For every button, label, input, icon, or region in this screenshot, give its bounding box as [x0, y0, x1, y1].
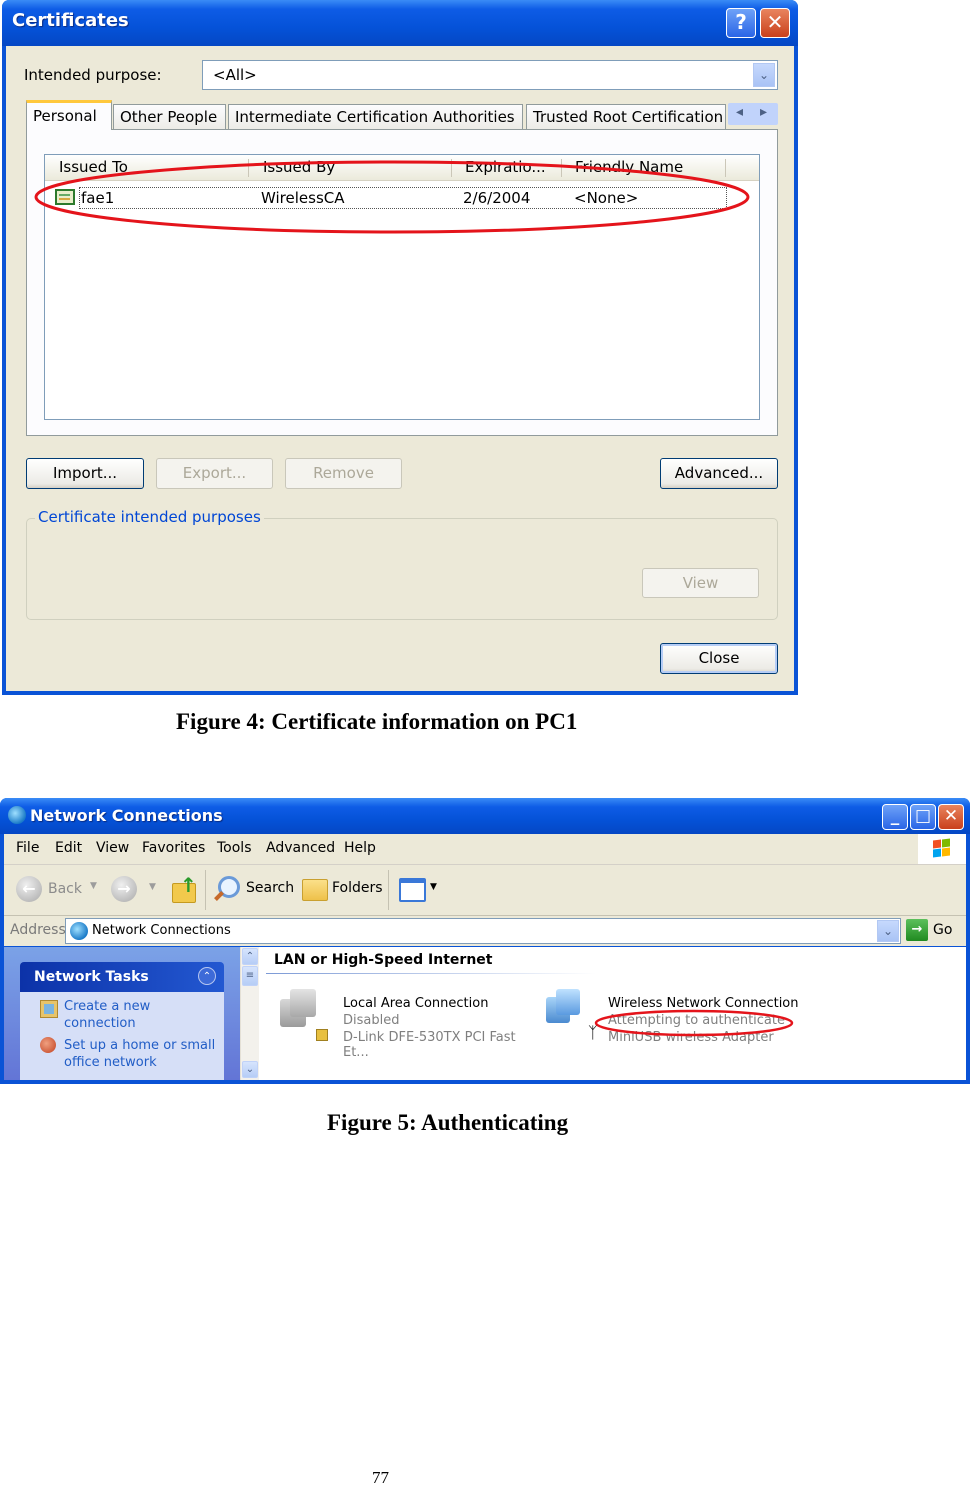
figure-4-caption: Figure 4: Certificate information on PC1 — [176, 709, 578, 734]
annotation-ellipse — [34, 160, 750, 234]
tab-personal[interactable]: Personal — [26, 100, 112, 130]
highlight-ellipse — [594, 1009, 794, 1037]
page-number: 77 — [372, 1468, 389, 1487]
annotation-ellipse — [594, 1009, 794, 1037]
highlight-ellipse — [34, 160, 750, 234]
figure-5-caption: Figure 5: Authenticating — [327, 1110, 569, 1135]
